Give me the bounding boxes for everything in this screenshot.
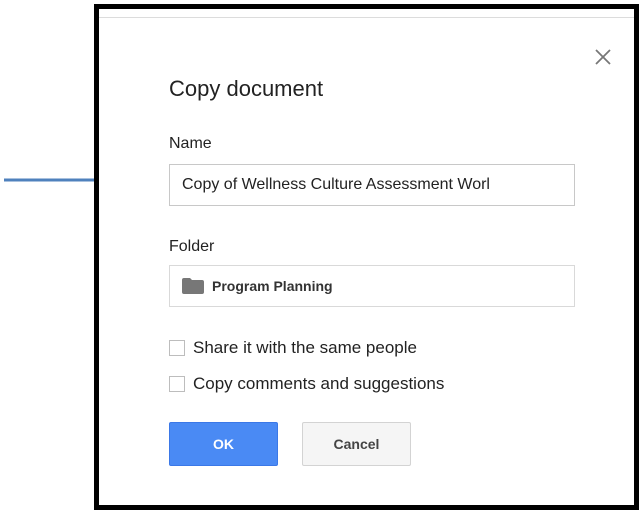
share-option-label: Share it with the same people xyxy=(193,338,417,357)
ok-button[interactable]: OK xyxy=(169,422,278,466)
copy-comments-option-label: Copy comments and suggestions xyxy=(193,374,445,393)
folder-name: Program Planning xyxy=(212,278,333,294)
folder-picker[interactable]: Program Planning xyxy=(169,265,575,307)
close-icon[interactable] xyxy=(593,47,613,67)
dialog-title: Copy document xyxy=(169,76,324,101)
document-name-input[interactable] xyxy=(169,164,575,206)
copy-comments-checkbox[interactable] xyxy=(169,376,185,392)
folder-label: Folder xyxy=(169,238,215,255)
copy-document-dialog: Copy document Name Folder Program Planni… xyxy=(94,4,639,510)
background-page-edge xyxy=(99,9,634,18)
name-label: Name xyxy=(169,135,212,152)
share-checkbox[interactable] xyxy=(169,340,185,356)
screenshot-stage: Copy document Name Folder Program Planni… xyxy=(0,0,640,516)
folder-icon xyxy=(182,278,204,294)
share-option[interactable]: Share it with the same people xyxy=(169,338,417,358)
cancel-button[interactable]: Cancel xyxy=(302,422,411,466)
copy-comments-option[interactable]: Copy comments and suggestions xyxy=(169,374,444,394)
